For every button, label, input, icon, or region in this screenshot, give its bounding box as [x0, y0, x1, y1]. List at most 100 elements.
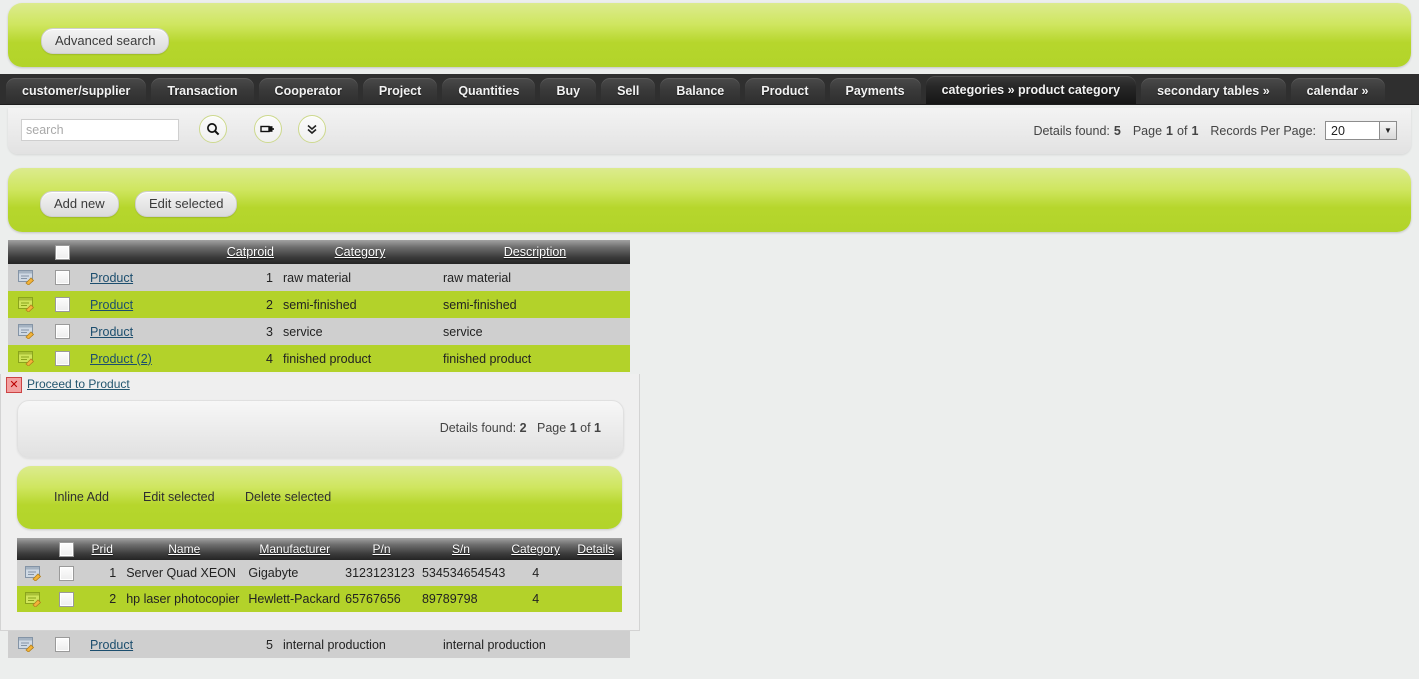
product-row-icon-cell[interactable]	[17, 560, 51, 586]
row-checkbox[interactable]	[54, 637, 70, 653]
header-catproid[interactable]: Catproid	[210, 240, 280, 264]
tab-customer-supplier[interactable]: customer/supplier	[6, 78, 147, 104]
header-category[interactable]: Category	[280, 240, 440, 264]
add-new-button[interactable]: Add new	[40, 191, 119, 217]
product-row-prid: 2	[82, 586, 123, 612]
row-icon-cell[interactable]	[8, 264, 44, 291]
row-select-cell[interactable]	[44, 631, 80, 658]
row-checkbox[interactable]	[54, 324, 70, 340]
table-row[interactable]: Product 3 service service	[8, 318, 630, 345]
edit-selected-button[interactable]: Edit selected	[135, 191, 238, 217]
product-row-name: Server Quad XEON	[122, 560, 247, 586]
product-header-select-all[interactable]	[50, 538, 83, 560]
product-row-manufacturer: Gigabyte	[246, 560, 344, 586]
product-select-all-checkbox[interactable]	[58, 541, 74, 557]
row-link-cell[interactable]: Product	[80, 318, 210, 345]
product-table-header-row: Prid Name Manufacturer P/n S/n Category …	[17, 538, 622, 560]
row-link-cell[interactable]: Product	[80, 264, 210, 291]
row-product-link: Product (2)	[90, 351, 152, 366]
row-edit-icon[interactable]	[25, 591, 42, 608]
tab-transaction[interactable]: Transaction	[151, 78, 254, 104]
search-toolbar: Details found: 5 Page 1 of 1 Records Per…	[8, 108, 1411, 154]
tab-balance[interactable]: Balance	[660, 78, 741, 104]
row-select-cell[interactable]	[44, 264, 80, 291]
tab-payments[interactable]: Payments	[829, 78, 921, 104]
filter-button[interactable]	[254, 115, 282, 143]
table-row[interactable]: Product 5 internal production internal prod…	[8, 631, 630, 658]
row-edit-icon[interactable]	[17, 351, 35, 367]
row-link-cell[interactable]: Product	[80, 631, 210, 658]
tab-product[interactable]: Product	[745, 78, 825, 104]
tab-project[interactable]: Project	[362, 78, 438, 104]
row-icon-cell[interactable]	[8, 631, 44, 658]
product-header-manufacturer[interactable]: Manufacturer	[246, 538, 344, 560]
tab-categories-product-category[interactable]: categories » product category	[925, 76, 1137, 104]
row-link-cell[interactable]: Product (2)	[80, 345, 210, 372]
product-header-details[interactable]: Details	[569, 538, 622, 560]
row-edit-icon[interactable]	[25, 565, 42, 582]
product-row-select-cell[interactable]	[50, 586, 83, 612]
row-checkbox[interactable]	[54, 351, 70, 367]
product-row-checkbox[interactable]	[58, 591, 74, 607]
page-of-label: of	[1177, 123, 1188, 138]
table-row[interactable]: Product 1 raw material raw material	[8, 264, 630, 291]
details-found-label: Details found:	[1033, 123, 1110, 138]
product-row-sn: 89789798	[419, 586, 502, 612]
search-input[interactable]	[21, 119, 179, 141]
close-detail-button[interactable]: ✕	[6, 377, 22, 393]
tab-sell[interactable]: Sell	[601, 78, 656, 104]
magnifier-icon	[207, 123, 220, 136]
row-select-cell[interactable]	[44, 318, 80, 345]
product-row-checkbox[interactable]	[58, 565, 74, 581]
product-row-icon-cell[interactable]	[17, 586, 51, 612]
tab-calendar[interactable]: calendar »	[1290, 78, 1385, 104]
row-icon-cell[interactable]	[8, 291, 44, 318]
detail-edit-selected-link[interactable]: Edit selected	[143, 490, 215, 504]
row-icon-cell[interactable]	[8, 318, 44, 345]
row-catproid: 5	[210, 631, 280, 658]
row-select-cell[interactable]	[44, 291, 80, 318]
expand-button[interactable]	[298, 115, 326, 143]
proceed-to-product-link[interactable]: Proceed to Product	[27, 377, 130, 391]
product-header-category[interactable]: Category	[502, 538, 570, 560]
detail-panel: ✕ Proceed to Product Details found: 2 Pa…	[0, 374, 640, 631]
select-all-checkbox[interactable]	[54, 244, 70, 260]
table-row[interactable]: Product 2 semi-finished semi-finished	[8, 291, 630, 318]
product-header-prid[interactable]: Prid	[82, 538, 123, 560]
row-select-cell[interactable]	[44, 345, 80, 372]
product-row-select-cell[interactable]	[50, 560, 83, 586]
table-row[interactable]: 1 Server Quad XEON Gigabyte 3123123123 53453…	[17, 560, 622, 586]
tab-quantities[interactable]: Quantities	[442, 78, 536, 104]
row-edit-icon[interactable]	[17, 297, 35, 313]
row-catproid: 1	[210, 264, 280, 291]
row-edit-icon[interactable]	[17, 324, 35, 340]
header-select-all[interactable]	[44, 240, 80, 264]
tab-cooperator[interactable]: Cooperator	[258, 78, 358, 104]
product-header-sn[interactable]: S/n	[419, 538, 502, 560]
header-description[interactable]: Description	[440, 240, 630, 264]
detail-delete-selected-link[interactable]: Delete selected	[245, 490, 331, 504]
row-checkbox[interactable]	[54, 297, 70, 313]
row-category: service	[280, 318, 440, 345]
product-header-name[interactable]: Name	[122, 538, 247, 560]
product-row-sn: 534534654543	[419, 560, 505, 586]
records-per-page-select[interactable]: 20 ▼	[1325, 121, 1397, 140]
detail-pager-info: Details found: 2 Page 1 of 1	[440, 421, 601, 435]
detail-page-label: Page	[537, 421, 567, 435]
row-edit-icon[interactable]	[17, 637, 35, 653]
records-per-page-label: Records Per Page:	[1210, 123, 1316, 138]
advanced-search-button[interactable]: Advanced search	[41, 28, 170, 54]
row-edit-icon[interactable]	[17, 270, 35, 286]
table-row[interactable]: 2 hp laser photocopier Hewlett-Packard 6576…	[17, 586, 622, 612]
row-icon-cell[interactable]	[8, 345, 44, 372]
search-button[interactable]	[199, 115, 227, 143]
product-header-pn[interactable]: P/n	[343, 538, 420, 560]
tab-buy[interactable]: Buy	[540, 78, 597, 104]
row-link-cell[interactable]: Product	[80, 291, 210, 318]
product-row-category: 4	[502, 586, 570, 612]
table-row[interactable]: Product (2) 4 finished product finished pro…	[8, 345, 630, 372]
row-checkbox[interactable]	[54, 270, 70, 286]
detail-of-label: of	[580, 421, 591, 435]
tab-secondary-tables[interactable]: secondary tables »	[1141, 78, 1286, 104]
inline-add-link[interactable]: Inline Add	[54, 490, 109, 504]
